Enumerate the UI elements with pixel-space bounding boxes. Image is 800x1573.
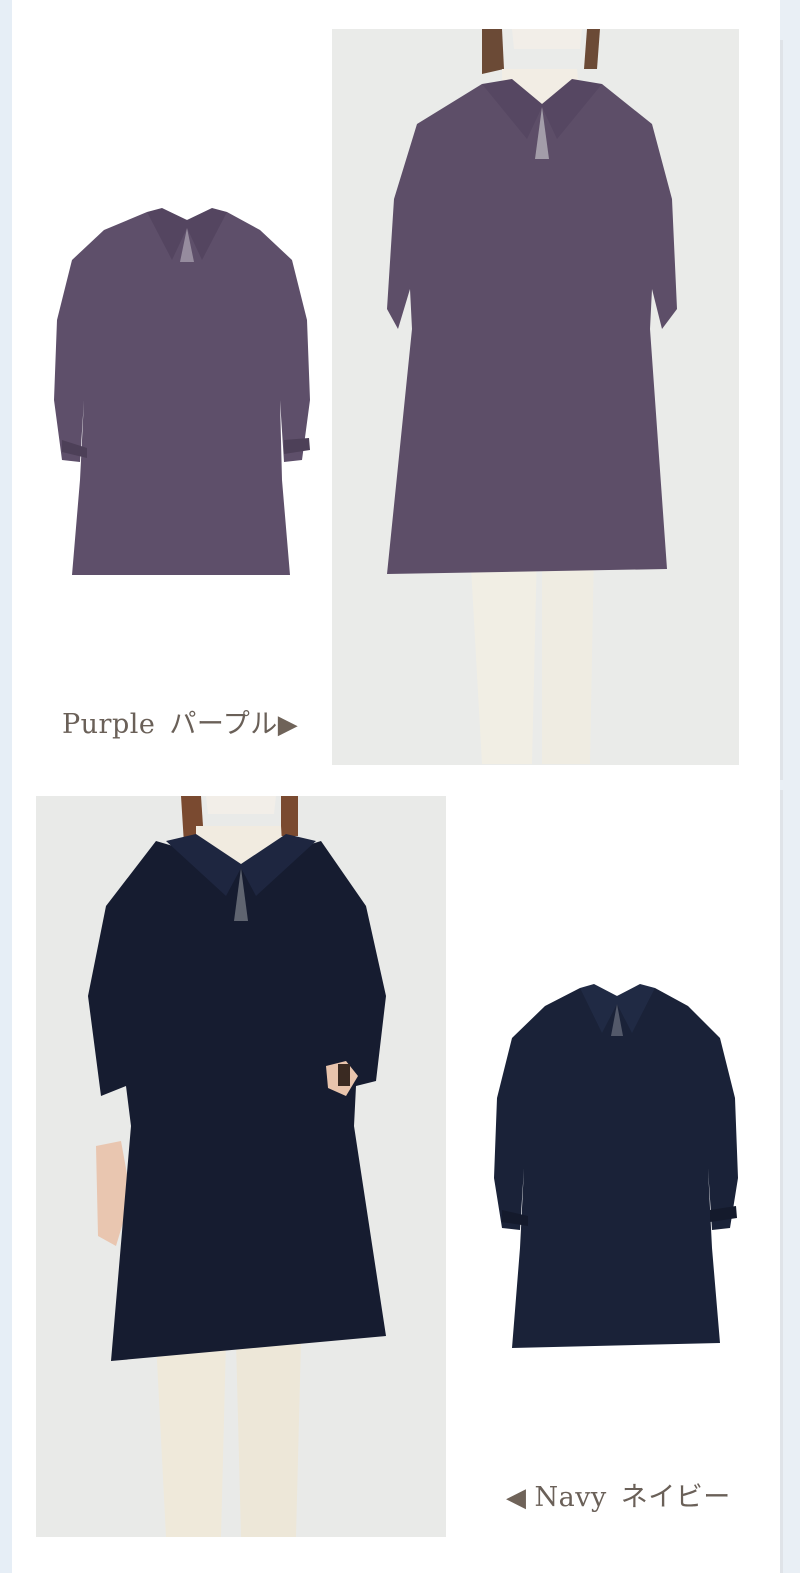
purple-color-label: Purple パープル▶ (62, 702, 298, 741)
navy-label-ja: ネイビー (620, 1482, 731, 1513)
product-color-page: Purple パープル▶ ◀ Navy ネイビー (12, 0, 780, 1573)
side-divider-bottom (780, 790, 783, 1573)
purple-label-ja: パープル (169, 709, 278, 740)
right-arrow-icon: ▶ (277, 710, 299, 740)
navy-label-en: Navy (534, 1482, 607, 1513)
purple-section: Purple パープル▶ (12, 0, 780, 780)
navy-color-label: ◀ Navy ネイビー (506, 1475, 731, 1514)
page-side-margin (780, 0, 800, 1573)
purple-dress-flat-image (52, 200, 322, 590)
navy-section: ◀ Navy ネイビー (12, 780, 780, 1573)
purple-model-photo (332, 29, 739, 765)
navy-dress-flat-image (490, 978, 745, 1353)
left-arrow-icon: ◀ (506, 1483, 527, 1513)
side-divider-top (780, 40, 783, 780)
purple-label-en: Purple (62, 709, 156, 740)
navy-model-photo (36, 796, 446, 1537)
